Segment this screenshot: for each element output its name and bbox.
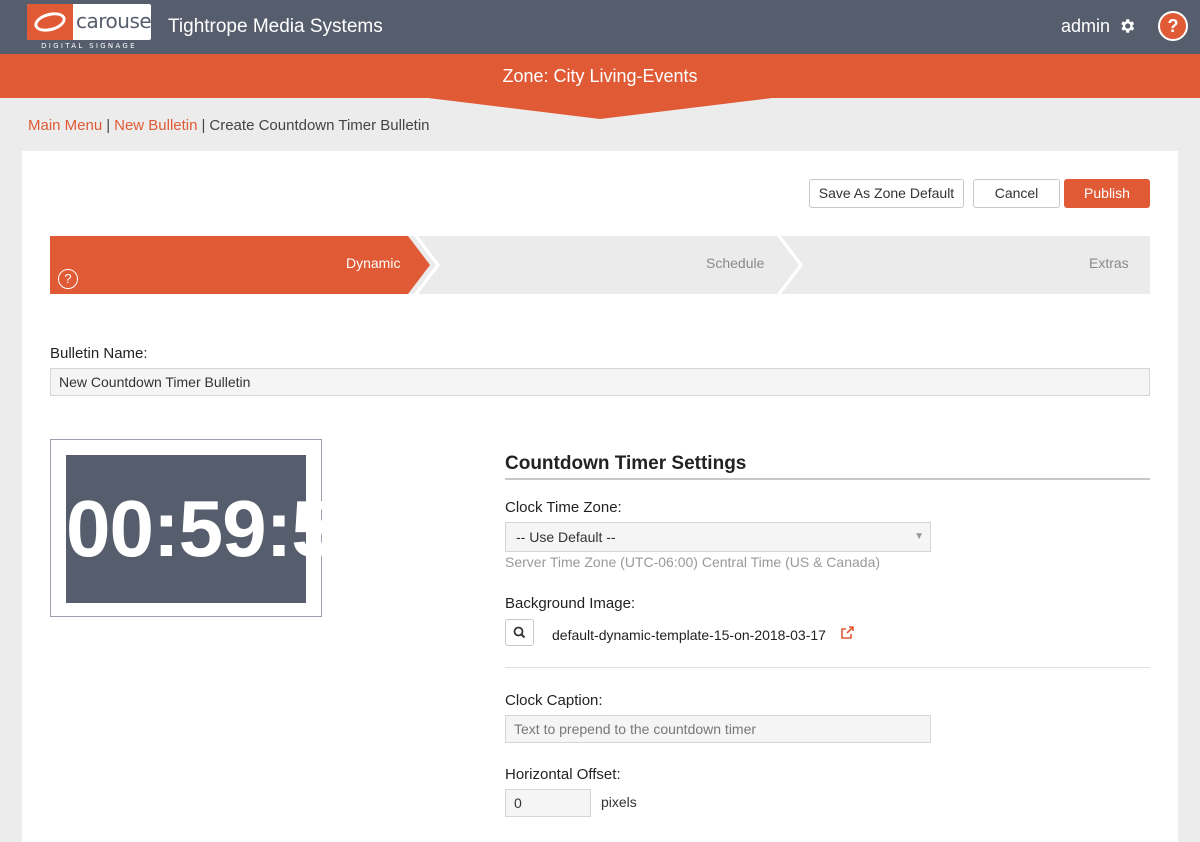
time-zone-hint: Server Time Zone (UTC-06:00) Central Tim… (505, 554, 881, 570)
time-zone-selected: -- Use Default -- (516, 529, 616, 545)
settings-title: Countdown Timer Settings (505, 453, 747, 474)
time-zone-select[interactable]: -- Use Default -- ▼ (505, 522, 931, 552)
app-title: Tightrope Media Systems (168, 16, 383, 37)
search-icon (513, 626, 526, 639)
cancel-button[interactable]: Cancel (973, 179, 1060, 208)
breadcrumb-separator: | (201, 117, 206, 134)
step-dynamic-label[interactable]: Dynamic (346, 255, 400, 271)
background-image-label: Background Image: (505, 595, 636, 612)
help-button[interactable]: ? (1158, 11, 1188, 41)
gear-icon[interactable] (1118, 17, 1136, 40)
step-extras-label[interactable]: Extras (1089, 255, 1129, 271)
time-zone-label: Clock Time Zone: (505, 499, 622, 516)
external-link-icon[interactable] (840, 626, 854, 643)
offset-units: pixels (601, 794, 637, 810)
top-bar: carousel DIGITAL SIGNAGE Tightrope Media… (0, 0, 1200, 54)
logo-subtitle: DIGITAL SIGNAGE (41, 42, 137, 50)
zone-banner: Zone: City Living-Events (0, 54, 1200, 98)
step-schedule-label[interactable]: Schedule (706, 255, 764, 271)
browse-image-button[interactable] (505, 619, 534, 646)
wizard-steps: Dynamic Schedule Extras ? (50, 236, 1150, 294)
breadcrumb-current: Create Countdown Timer Bulletin (209, 117, 430, 134)
clock-caption-label: Clock Caption: (505, 692, 603, 709)
timer-preview: 00:59:53 (50, 439, 379, 617)
breadcrumb-separator: | (106, 117, 111, 134)
save-as-zone-default-button[interactable]: Save As Zone Default (809, 179, 964, 208)
logo-text: carousel (76, 9, 151, 33)
horizontal-offset-label: Horizontal Offset: (505, 766, 621, 783)
countdown-clock: 00:59:53 (66, 484, 379, 573)
user-menu[interactable]: admin (1061, 16, 1110, 37)
preview-canvas: 00:59:53 (66, 455, 379, 603)
step-help-icon[interactable]: ? (58, 269, 78, 289)
breadcrumb-new-bulletin[interactable]: New Bulletin (114, 117, 197, 134)
step-divider (777, 236, 803, 294)
zone-title: Zone: City Living-Events (502, 66, 698, 86)
bulletin-name-input[interactable]: New Countdown Timer Bulletin (50, 368, 1150, 396)
main-card: Save As Zone Default Cancel Publish Dyna… (22, 151, 1178, 842)
zone-notch (420, 97, 780, 119)
bulletin-name-label: Bulletin Name: (50, 345, 148, 362)
carousel-logo[interactable]: carousel DIGITAL SIGNAGE (27, 4, 151, 52)
section-divider (505, 667, 1150, 668)
section-divider (505, 478, 1150, 480)
background-file-name: default-dynamic-template-15-on-2018-03-1… (552, 627, 826, 643)
breadcrumb-main-menu[interactable]: Main Menu (28, 117, 102, 134)
logo-mark (27, 4, 73, 40)
horizontal-offset-input[interactable]: 0 (505, 789, 591, 817)
clock-caption-input[interactable]: Text to prepend to the countdown timer (505, 715, 931, 743)
breadcrumb: Main Menu | New Bulletin | Create Countdown … (28, 117, 430, 134)
publish-button[interactable]: Publish (1064, 179, 1150, 208)
chevron-down-icon: ▼ (914, 531, 924, 542)
